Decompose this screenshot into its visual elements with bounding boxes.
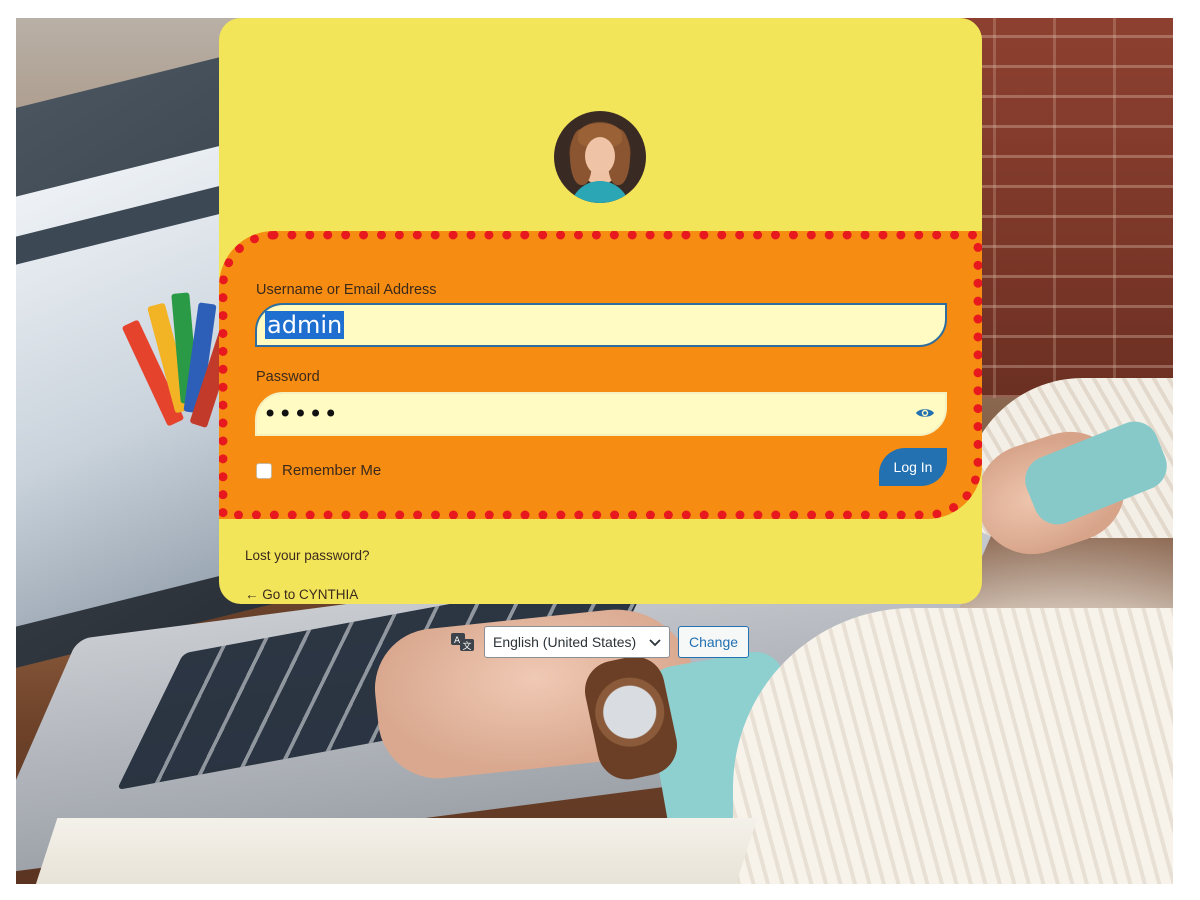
sweater-sleeve xyxy=(733,608,1173,884)
username-label: Username or Email Address xyxy=(256,282,437,298)
paper-notebook xyxy=(34,818,758,884)
svg-text:文: 文 xyxy=(463,640,472,652)
login-form: Username or Email Address admin Password… xyxy=(219,231,982,519)
password-value: ••••• xyxy=(263,400,339,428)
login-button[interactable]: Log In xyxy=(879,448,947,486)
change-language-button[interactable]: Change xyxy=(678,626,750,658)
username-input[interactable]: admin xyxy=(255,303,947,347)
language-selected: English (United States) xyxy=(493,634,637,650)
language-switcher: A 文 English (United States) Change xyxy=(450,626,750,658)
username-value: admin xyxy=(265,311,345,339)
password-input[interactable]: ••••• xyxy=(255,392,947,436)
svg-text:A: A xyxy=(454,636,461,646)
remember-me[interactable]: Remember Me xyxy=(256,462,381,479)
chevron-down-icon xyxy=(649,634,661,650)
login-card: Username or Email Address admin Password… xyxy=(219,18,982,604)
translate-icon: A 文 xyxy=(450,631,476,653)
remember-me-checkbox[interactable] xyxy=(256,462,272,479)
eye-icon[interactable] xyxy=(915,406,935,420)
language-select[interactable]: English (United States) xyxy=(484,626,670,658)
avatar-face xyxy=(585,137,615,175)
remember-me-label: Remember Me xyxy=(282,462,382,479)
back-to-site-link[interactable]: ← Go to CYNTHIA xyxy=(245,587,358,602)
password-label: Password xyxy=(256,369,320,385)
site-logo-avatar[interactable] xyxy=(554,111,646,203)
lost-password-link[interactable]: Lost your password? xyxy=(245,548,370,563)
